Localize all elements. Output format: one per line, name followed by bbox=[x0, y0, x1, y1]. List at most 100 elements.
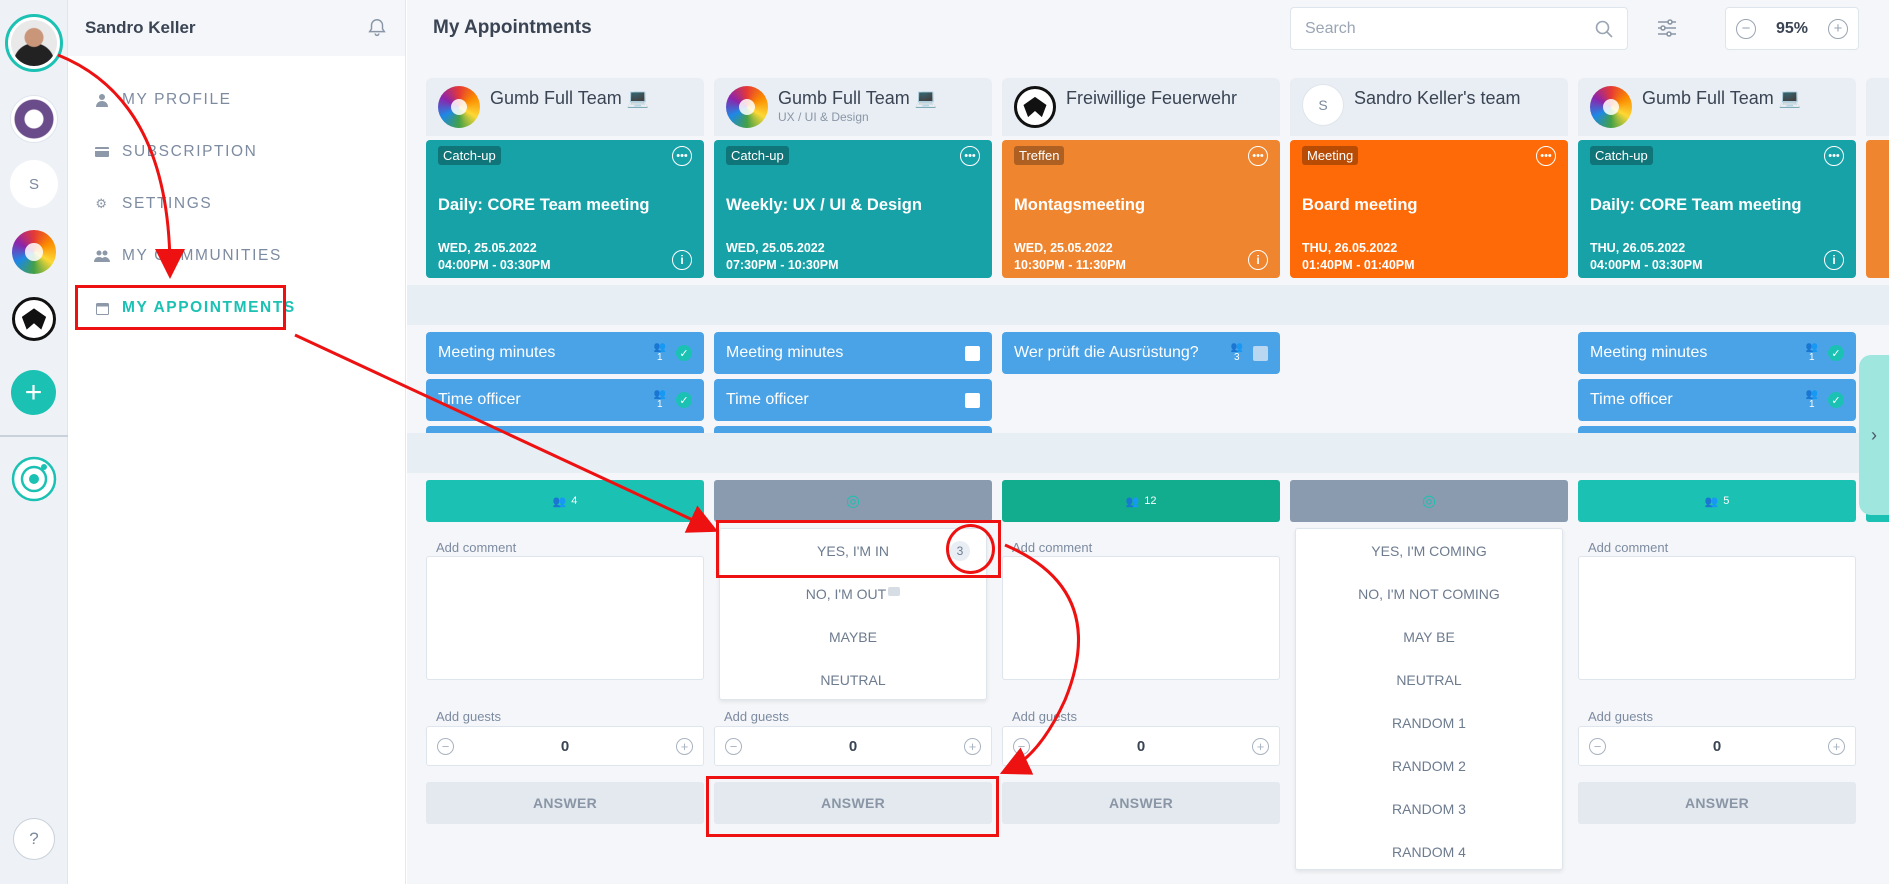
attendees-bar[interactable]: 👥 4 bbox=[426, 480, 704, 522]
plus-icon[interactable]: + bbox=[964, 737, 981, 755]
option-random-1[interactable]: RANDOM 1 bbox=[1296, 701, 1562, 744]
option-maybe[interactable]: MAY BE bbox=[1296, 615, 1562, 658]
answer-button[interactable]: ANSWER bbox=[1578, 782, 1856, 824]
person-icon bbox=[94, 92, 110, 108]
option-label: NO, I'M OUT bbox=[805, 585, 887, 602]
event-time: 04:00PM - 03:30PM bbox=[438, 258, 551, 272]
option-yes[interactable]: YES, I'M COMING bbox=[1296, 529, 1562, 572]
checkmark-icon[interactable]: ✓ bbox=[1828, 392, 1844, 408]
guests-stepper: − 0 + bbox=[714, 726, 992, 766]
option-random-4[interactable]: RANDOM 4 bbox=[1296, 830, 1562, 873]
plus-icon[interactable]: + bbox=[1828, 737, 1845, 755]
attendees-bar[interactable]: ◎ bbox=[1290, 480, 1568, 522]
highlight-my-appointments bbox=[75, 285, 286, 330]
event-card[interactable]: Catch-up ••• Daily: CORE Team meeting TH… bbox=[1578, 140, 1856, 278]
attendees-bar[interactable]: 👥 12 bbox=[1002, 480, 1280, 522]
info-icon[interactable]: i bbox=[672, 250, 692, 270]
comment-input[interactable] bbox=[426, 556, 704, 680]
help-button[interactable]: ? bbox=[13, 818, 55, 860]
info-icon[interactable]: i bbox=[1824, 250, 1844, 270]
event-card[interactable]: Catch-up ••• Weekly: UX / UI & Design WE… bbox=[714, 140, 992, 278]
plus-icon: + bbox=[24, 376, 43, 409]
team-header: Freiwillige Feuerwehr bbox=[1002, 78, 1280, 136]
event-card[interactable]: Treffen ••• Montagsmeeting WED, 25.05.20… bbox=[1002, 140, 1280, 278]
event-card[interactable]: Catch-up ••• Daily: CORE Team meeting WE… bbox=[426, 140, 704, 278]
menu-settings[interactable]: ⚙ SETTINGS bbox=[82, 182, 332, 226]
task-item[interactable]: Meeting minutes 👥 1 ✓ bbox=[1578, 332, 1856, 374]
checkbox[interactable] bbox=[965, 392, 980, 408]
answer-button[interactable]: ANSWER bbox=[426, 782, 704, 824]
checkmark-icon[interactable]: ✓ bbox=[676, 392, 692, 408]
option-label: RANDOM 1 bbox=[1392, 714, 1466, 731]
response-dropdown: YES, I'M COMING NO, I'M NOT COMING MAY B… bbox=[1295, 528, 1563, 870]
task-count: 1 bbox=[656, 352, 663, 363]
option-no[interactable]: NO, I'M OUT bbox=[720, 572, 986, 615]
event-title: Weekly: UX / UI & Design bbox=[726, 196, 922, 214]
minus-icon[interactable]: − bbox=[725, 737, 742, 755]
credit-card-icon bbox=[94, 144, 110, 160]
checkbox[interactable] bbox=[1253, 345, 1268, 361]
comment-input[interactable] bbox=[1002, 556, 1280, 680]
option-no[interactable]: NO, I'M NOT COMING bbox=[1296, 572, 1562, 615]
info-icon[interactable]: i bbox=[1248, 250, 1268, 270]
task-item[interactable]: Meeting minutes bbox=[714, 332, 992, 374]
task-item[interactable]: Time officer bbox=[714, 379, 992, 421]
plus-icon[interactable]: + bbox=[1252, 737, 1269, 755]
option-maybe[interactable]: MAYBE bbox=[720, 615, 986, 658]
community-university[interactable] bbox=[10, 95, 58, 143]
answer-button[interactable]: ANSWER bbox=[1002, 782, 1280, 824]
event-datetime: THU, 26.05.2022 04:00PM - 03:30PM bbox=[1590, 240, 1703, 274]
checkmark-icon[interactable]: ✓ bbox=[676, 345, 692, 361]
option-neutral[interactable]: NEUTRAL bbox=[720, 658, 986, 701]
task-item[interactable]: Wer prüft die Ausrüstung? 👥 3 bbox=[1002, 332, 1280, 374]
option-label: MAY BE bbox=[1403, 628, 1455, 645]
community-feuerwehr[interactable] bbox=[10, 295, 58, 343]
section-band bbox=[407, 433, 1889, 473]
plus-icon[interactable]: + bbox=[676, 737, 693, 755]
option-label: NEUTRAL bbox=[820, 671, 886, 688]
minus-icon[interactable]: − bbox=[437, 737, 454, 755]
option-label: NEUTRAL bbox=[1396, 671, 1462, 688]
question-icon: ? bbox=[29, 829, 39, 848]
zoom-out-button[interactable]: − bbox=[1736, 18, 1756, 39]
task-item[interactable]: Time officer 👥 1 ✓ bbox=[426, 379, 704, 421]
attendees-bar[interactable]: 👥 5 bbox=[1578, 480, 1856, 522]
option-neutral[interactable]: NEUTRAL bbox=[1296, 658, 1562, 701]
gear-icon: ⚙ bbox=[95, 196, 109, 211]
guests-label: Add guests bbox=[1012, 709, 1078, 724]
filter-sliders-icon[interactable] bbox=[1655, 16, 1679, 40]
option-random-2[interactable]: RANDOM 2 bbox=[1296, 744, 1562, 787]
add-community-button[interactable]: + bbox=[11, 370, 56, 415]
zoom-in-button[interactable]: + bbox=[1828, 18, 1848, 39]
search-input[interactable]: Search bbox=[1290, 7, 1628, 50]
menu-my-profile[interactable]: MY PROFILE bbox=[82, 78, 332, 122]
discover-button[interactable] bbox=[10, 455, 58, 503]
bell-icon[interactable] bbox=[366, 17, 388, 39]
community-s[interactable]: S bbox=[10, 160, 58, 208]
guests-label: Add guests bbox=[1588, 709, 1654, 724]
guests-stepper: − 0 + bbox=[1002, 726, 1280, 766]
minus-icon[interactable]: − bbox=[1589, 737, 1606, 755]
more-options-icon[interactable]: ••• bbox=[1248, 146, 1268, 166]
task-item[interactable]: Meeting minutes 👥 1 ✓ bbox=[426, 332, 704, 374]
event-card[interactable]: Meeting ••• Board meeting THU, 26.05.202… bbox=[1290, 140, 1568, 278]
search-placeholder: Search bbox=[1305, 19, 1356, 37]
checkmark-icon[interactable]: ✓ bbox=[1828, 345, 1844, 361]
scroll-right-button[interactable]: › bbox=[1859, 355, 1889, 515]
comment-input[interactable] bbox=[1578, 556, 1856, 680]
option-random-3[interactable]: RANDOM 3 bbox=[1296, 787, 1562, 830]
task-item[interactable]: Time officer 👥 1 ✓ bbox=[1578, 379, 1856, 421]
community-gumb[interactable] bbox=[10, 228, 58, 276]
more-options-icon[interactable]: ••• bbox=[672, 146, 692, 166]
more-options-icon[interactable]: ••• bbox=[1536, 146, 1556, 166]
minus-icon[interactable]: − bbox=[1013, 737, 1030, 755]
attendees-bar[interactable]: ◎ bbox=[714, 480, 992, 522]
menu-label: MY COMMUNITIES bbox=[122, 247, 282, 264]
team-subgroup: UX / UI & Design bbox=[778, 110, 869, 124]
menu-my-communities[interactable]: MY COMMUNITIES bbox=[82, 234, 332, 278]
more-options-icon[interactable]: ••• bbox=[960, 146, 980, 166]
user-avatar[interactable] bbox=[5, 14, 63, 72]
more-options-icon[interactable]: ••• bbox=[1824, 146, 1844, 166]
menu-subscription[interactable]: SUBSCRIPTION bbox=[82, 130, 332, 174]
checkbox[interactable] bbox=[965, 345, 980, 361]
